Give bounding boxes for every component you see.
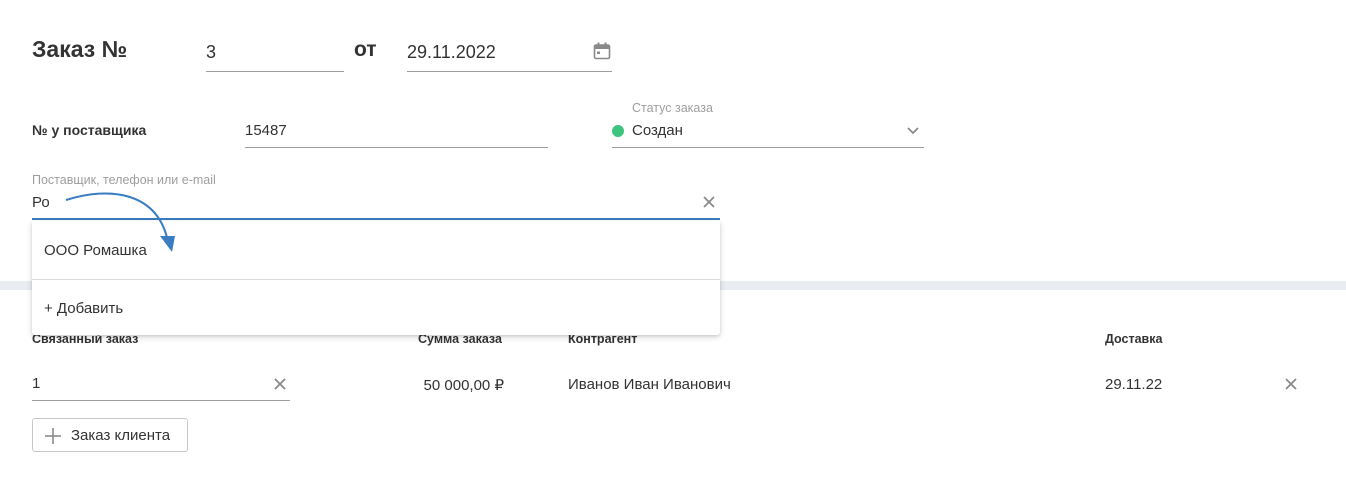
arrow-annotation [65, 192, 175, 252]
